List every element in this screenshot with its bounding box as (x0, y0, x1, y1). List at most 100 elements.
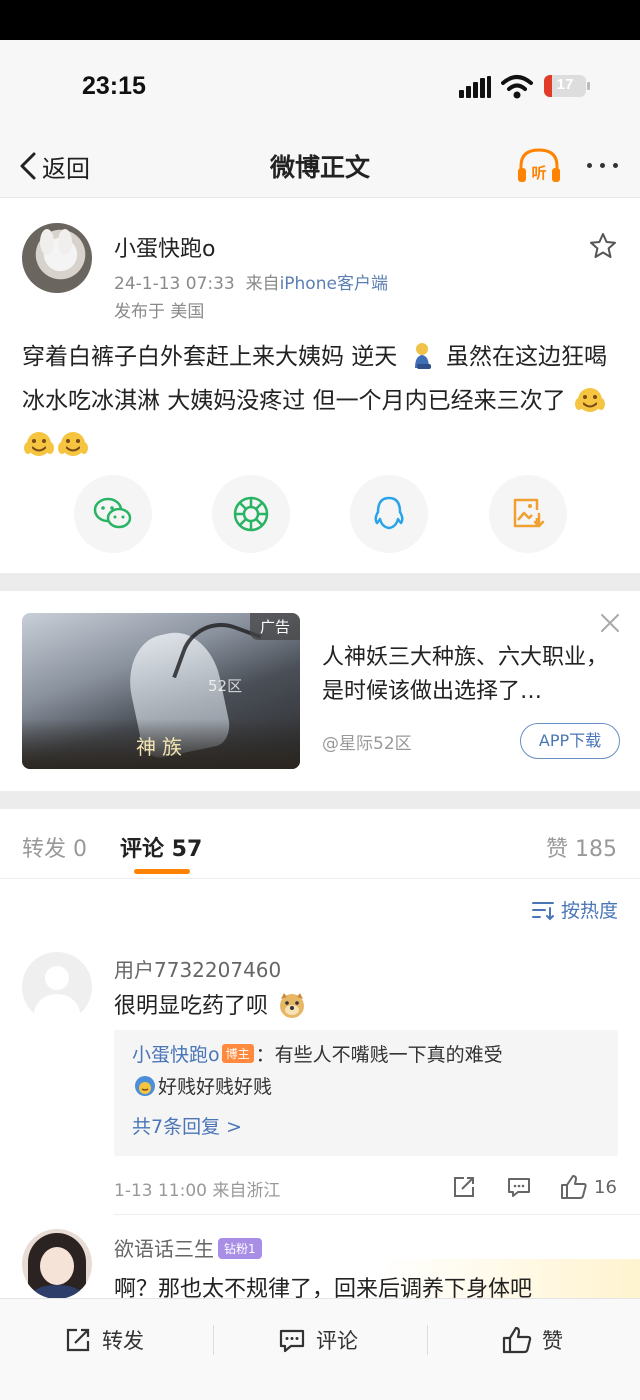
comment-share-button[interactable] (452, 1172, 476, 1202)
repost-icon (66, 1328, 90, 1352)
comment-like-count: 16 (594, 1176, 617, 1198)
author-name[interactable]: 小蛋快跑o (114, 231, 215, 263)
laughing-emoji-icon (58, 432, 88, 456)
post-source[interactable]: iPhone客户端 (280, 274, 388, 294)
app-download-button[interactable]: APP下载 (520, 723, 620, 759)
ad-watermark: 52区 (208, 677, 243, 695)
ad-game-logo: 神族 (136, 735, 188, 759)
wifi-icon (501, 75, 533, 99)
view-replies-link[interactable]: 共7条回复 > (132, 1112, 242, 1139)
bottom-action-bar: 转发 评论 赞 (0, 1298, 640, 1380)
nav-bar: 返回 微博正文 听 (0, 136, 640, 198)
reply-text-2: 好贱好贱好贱 (158, 1076, 273, 1098)
repost-label: 转发 (102, 1329, 144, 1353)
wechat-icon (93, 497, 132, 529)
reply-line: 小蛋快跑o 博主 ：有些人不嘴贱一下真的难受 (132, 1040, 503, 1067)
like-button[interactable]: 赞 (502, 1323, 563, 1357)
reply-preview[interactable]: 小蛋快跑o 博主 ：有些人不嘴贱一下真的难受 好贱好贱好贱 共7条回复 > (114, 1030, 618, 1156)
comment-button[interactable]: 评论 (278, 1323, 358, 1357)
more-dot-icon (586, 162, 592, 168)
reply-line-2: 好贱好贱好贱 (132, 1072, 272, 1099)
post-text-part1: 穿着白裤子白外套赶上来大姨妈 逆天 (22, 344, 398, 370)
ad-headline[interactable]: 人神妖三大种族、六大职业，是时候该做出选择了… (322, 641, 622, 709)
battery-icon: 17 (544, 75, 586, 97)
home-indicator-area (0, 1380, 640, 1400)
comment-item: 欲语话三生 钻粉1 啊？那也太不规律了，回来后调养下身体吧 (0, 1215, 640, 1305)
qq-icon (374, 496, 404, 530)
post-meta: 24-1-13 07:33 来自iPhone客户端 (114, 269, 388, 294)
fan-badge: 钻粉1 (218, 1238, 262, 1259)
comment-text: 很明显吃药了呗 (114, 988, 309, 1020)
sneer-emoji-icon (135, 1076, 155, 1096)
comment-text-content: 很明显吃药了呗 (114, 994, 269, 1019)
comment-actions: 16 (0, 1172, 640, 1202)
sort-label: 按热度 (560, 900, 618, 922)
thumbs-up-icon (502, 1326, 532, 1354)
author-badge: 博主 (221, 1044, 254, 1063)
post-timestamp: 24-1-13 07:33 (114, 274, 235, 294)
listen-headphones-icon[interactable]: 听 (516, 146, 562, 186)
comment-username[interactable]: 用户7732207460 (114, 954, 281, 983)
ad-tag: 广告 (249, 613, 300, 640)
reply-author[interactable]: 小蛋快跑o (132, 1044, 220, 1066)
status-bar: 23:15 17 (0, 40, 640, 136)
sort-icon (531, 901, 554, 920)
like-label: 赞 (542, 1329, 563, 1353)
more-dot-icon (599, 162, 605, 168)
share-wechat-button[interactable] (74, 475, 152, 553)
comment-label: 评论 (316, 1329, 358, 1353)
reply-text: ：有些人不嘴贱一下真的难受 (255, 1044, 503, 1066)
comment-icon (508, 1178, 530, 1197)
ad-source: @星际52区 (322, 734, 412, 754)
section-gap (0, 791, 640, 809)
comment-reply-button[interactable] (507, 1172, 531, 1202)
close-icon[interactable] (598, 611, 622, 635)
favorite-star-icon[interactable] (588, 231, 618, 261)
active-tab-indicator (134, 869, 190, 874)
ad-image[interactable]: 52区 神族 广告 (22, 613, 300, 769)
moments-icon (233, 496, 269, 532)
status-time: 23:15 (82, 72, 146, 100)
comment-like-button[interactable]: 16 (560, 1172, 617, 1202)
tab-repost[interactable]: 转发 0 (22, 831, 87, 863)
doge-emoji-icon (280, 993, 305, 1018)
share-row (0, 475, 640, 555)
share-save-image-button[interactable] (489, 475, 567, 553)
comment-username-text: 欲语话三生 (114, 1237, 214, 1261)
laughing-emoji-icon (24, 432, 54, 456)
ad-card[interactable]: 52区 神族 广告 人神妖三大种族、六大职业，是时候该做出选择了… @星际52区… (0, 591, 640, 791)
comment-icon (279, 1329, 305, 1353)
more-options-button[interactable] (580, 150, 624, 180)
repost-button[interactable]: 转发 (64, 1323, 144, 1357)
listen-label: 听 (531, 164, 546, 182)
sort-by-hot-button[interactable]: 按热度 (531, 896, 618, 923)
post-source-prefix: 来自 (245, 274, 280, 294)
thumbs-up-icon (561, 1175, 587, 1199)
sort-bar: 按热度 (0, 880, 640, 938)
comment-username[interactable]: 欲语话三生 钻粉1 (114, 1233, 262, 1262)
post-body: 穿着白裤子白外套赶上来大姨妈 逆天 虽然在这边狂喝冰水吃冰淇淋 大姨妈没疼过 但… (22, 335, 616, 467)
author-avatar[interactable] (22, 223, 92, 293)
section-gap (0, 573, 640, 591)
weibo-post: 小蛋快跑o 24-1-13 07:33 来自iPhone客户端 发布于 美国 穿… (0, 199, 640, 573)
share-out-icon (454, 1177, 474, 1197)
comment-item: 用户7732207460 很明显吃药了呗 小蛋快跑o 博主 ：有些人不嘴贱一下真的难… (0, 938, 640, 1210)
save-image-icon (513, 498, 545, 528)
top-black-bar (0, 0, 640, 40)
bottom-separator (213, 1325, 214, 1355)
kneeling-emoji-icon (414, 343, 431, 369)
battery-level: 17 (556, 76, 574, 93)
more-dot-icon (612, 162, 618, 168)
interaction-tabs: 转发 0 评论 57 赞 185 (0, 809, 640, 879)
comment-avatar[interactable] (22, 1229, 92, 1299)
tab-like[interactable]: 赞 185 (546, 831, 617, 863)
bottom-separator (427, 1325, 428, 1355)
signal-icon (459, 76, 493, 98)
comment-avatar[interactable] (22, 952, 92, 1022)
tab-comment[interactable]: 评论 57 (120, 831, 202, 863)
laughing-emoji-icon (574, 388, 605, 412)
share-moments-button[interactable] (212, 475, 290, 553)
share-qq-button[interactable] (350, 475, 428, 553)
post-location: 发布于 美国 (114, 302, 205, 322)
battery-cap (587, 82, 590, 90)
